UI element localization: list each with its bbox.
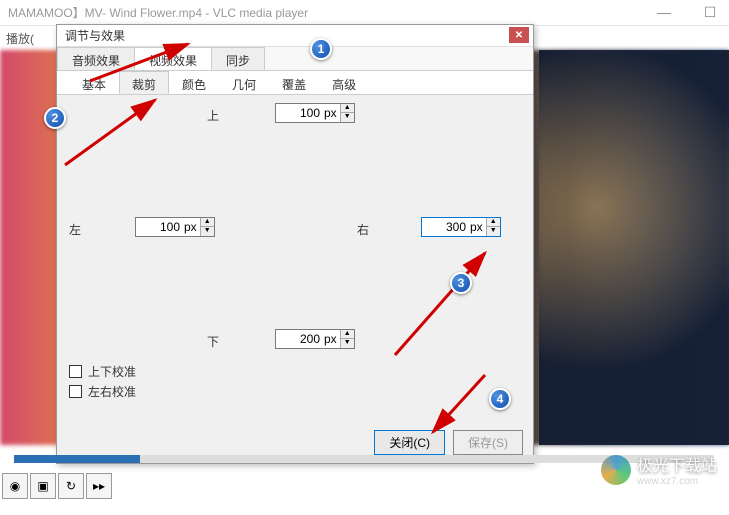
annotation-4: 4 [489,388,511,410]
watermark-logo-icon [601,455,631,485]
sync-top-bottom-checkbox[interactable] [69,365,82,378]
tab-video-effects[interactable]: 视频效果 [134,47,212,70]
crop-bottom-spinner[interactable]: px ▲ ▼ [275,329,355,349]
crop-left-label: 左 [69,221,81,238]
spin-down-icon[interactable]: ▼ [341,339,354,348]
subtab-crop[interactable]: 裁剪 [119,71,169,94]
spin-up-icon[interactable]: ▲ [487,218,500,227]
subtab-geometry[interactable]: 几何 [219,71,269,94]
spin-down-icon[interactable]: ▼ [341,113,354,122]
spin-down-icon[interactable]: ▼ [487,227,500,236]
close-button[interactable]: 关闭(C) [374,430,445,455]
crop-bottom-label: 下 [207,333,219,350]
subtab-advanced[interactable]: 高级 [319,71,369,94]
video-preview-right [539,50,729,445]
unit-label: px [324,104,340,122]
annotation-2: 2 [44,107,66,129]
crop-top-spinner[interactable]: px ▲ ▼ [275,103,355,123]
spin-down-icon[interactable]: ▼ [201,227,214,236]
crop-right-spinner[interactable]: px ▲ ▼ [421,217,501,237]
minimize-icon[interactable]: — [649,2,679,22]
crop-right-label: 右 [357,221,369,238]
menu-item-play[interactable]: 播放( [6,30,34,47]
unit-label: px [324,330,340,348]
snapshot-button[interactable]: ◉ [2,473,28,499]
unit-label: px [470,218,486,236]
annotation-1: 1 [310,38,332,60]
dialog-close-button[interactable]: ✕ [509,27,529,43]
sync-left-right-checkbox[interactable] [69,385,82,398]
unit-label: px [184,218,200,236]
tab-audio-effects[interactable]: 音频效果 [57,47,135,70]
watermark-name: 极光下载站 [637,452,717,476]
spin-up-icon[interactable]: ▲ [341,104,354,113]
loop-button[interactable]: ↻ [58,473,84,499]
watermark-url: www.xz7.com [637,476,717,487]
spin-up-icon[interactable]: ▲ [341,330,354,339]
crop-top-input[interactable] [276,104,324,122]
crop-panel: 上 px ▲ ▼ 左 px [57,95,533,435]
main-title: MAMAMOO】MV- Wind Flower.mp4 - VLC media … [8,4,308,21]
frame-step-button[interactable]: ▸▸ [86,473,112,499]
record-button[interactable]: ▣ [30,473,56,499]
spin-up-icon[interactable]: ▲ [201,218,214,227]
dialog-titlebar: 调节与效果 ✕ [57,25,533,47]
crop-bottom-input[interactable] [276,330,324,348]
progress-fill [14,455,140,463]
tab-sync[interactable]: 同步 [211,47,265,70]
maximize-icon[interactable]: ☐ [695,2,725,22]
crop-right-input[interactable] [422,218,470,236]
annotation-3: 3 [450,272,472,294]
subtab-basic[interactable]: 基本 [69,71,119,94]
save-button[interactable]: 保存(S) [453,430,523,455]
watermark: 极光下载站 www.xz7.com [601,452,717,487]
crop-left-spinner[interactable]: px ▲ ▼ [135,217,215,237]
crop-top-label: 上 [207,107,219,124]
sync-top-bottom-label: 上下校准 [88,363,136,380]
subtab-color[interactable]: 颜色 [169,71,219,94]
dialog-title-text: 调节与效果 [65,27,125,44]
sync-left-right-label: 左右校准 [88,383,136,400]
crop-left-input[interactable] [136,218,184,236]
effects-dialog: 调节与效果 ✕ 音频效果 视频效果 同步 基本 裁剪 颜色 几何 覆盖 高级 上… [56,24,534,464]
subtab-overlay[interactable]: 覆盖 [269,71,319,94]
main-titlebar: MAMAMOO】MV- Wind Flower.mp4 - VLC media … [0,0,729,26]
